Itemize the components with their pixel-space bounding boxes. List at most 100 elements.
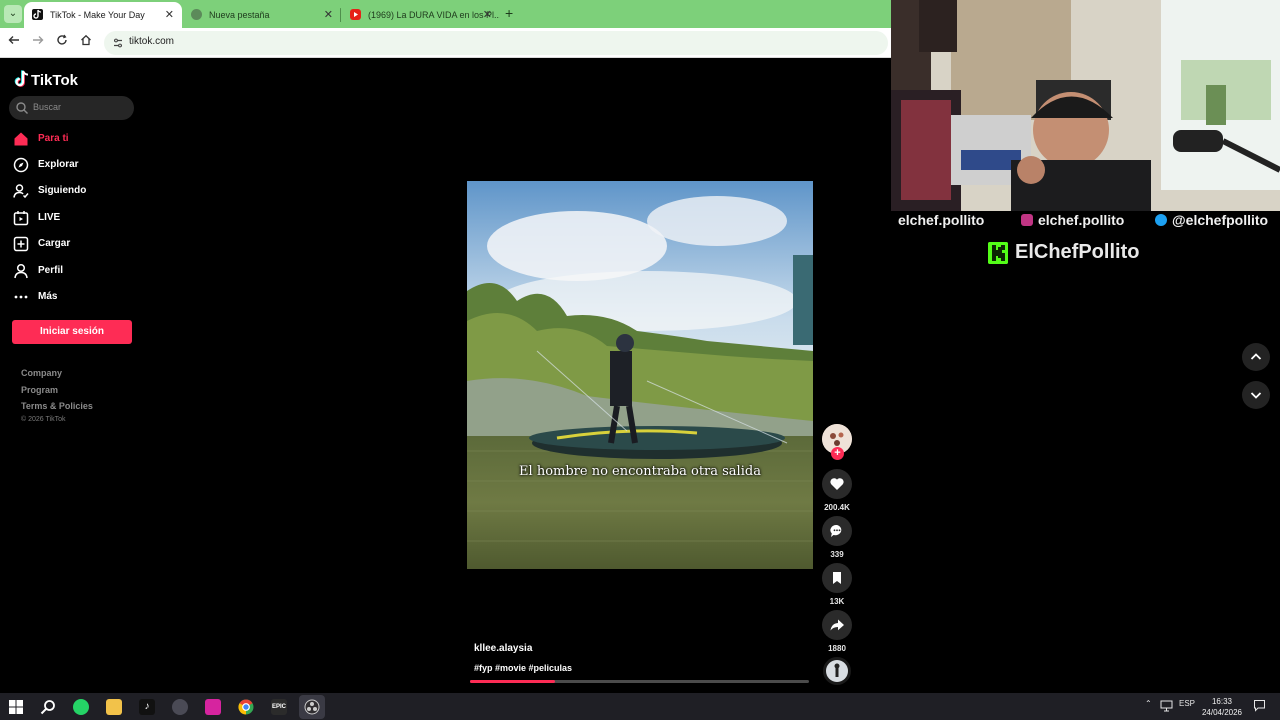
- video-frame-image: [467, 181, 813, 569]
- instagram-icon: [1021, 214, 1033, 226]
- network-icon[interactable]: [1160, 700, 1173, 712]
- file-explorer-icon: [106, 699, 122, 715]
- browser-tab-bar: ⌄ TikTok - Make Your Day ✕ Nueva pestaña…: [0, 0, 891, 28]
- save-count: 13K: [829, 597, 845, 606]
- music-disc-icon[interactable]: [823, 657, 851, 685]
- nav-item-label: Cargar: [38, 238, 71, 249]
- language-indicator[interactable]: ESP: [1179, 699, 1195, 708]
- close-tab-icon[interactable]: ✕: [483, 8, 492, 21]
- nav-item-label: Explorar: [38, 159, 79, 170]
- video-hashtags[interactable]: #fyp #movie #peliculas: [474, 663, 572, 673]
- share-count: 1880: [828, 644, 846, 653]
- nav-item-label: Siguiendo: [38, 185, 87, 196]
- reload-icon[interactable]: [54, 34, 70, 50]
- taskbar-app[interactable]: [167, 695, 193, 719]
- video-progress-bar[interactable]: [470, 680, 809, 683]
- like-button[interactable]: [822, 469, 852, 499]
- comment-count: 339: [830, 550, 844, 559]
- notification-center-icon[interactable]: [1253, 699, 1266, 712]
- kick-logo-icon: [988, 242, 1008, 264]
- tab-separator: [340, 8, 341, 22]
- following-icon: [13, 184, 29, 199]
- taskbar-tiktok[interactable]: ♪: [134, 695, 160, 719]
- back-arrow-icon[interactable]: [6, 34, 22, 50]
- kick-channel-name: ElChefPollito: [1015, 241, 1140, 263]
- chrome-icon: [238, 699, 254, 715]
- nav-item-mas[interactable]: Más: [13, 287, 143, 307]
- start-button[interactable]: [3, 695, 29, 719]
- comment-icon: [830, 524, 842, 537]
- search-icon: [16, 102, 28, 114]
- whatsapp-icon: [73, 699, 89, 715]
- video-caption: El hombre no encontraba otra salida: [519, 464, 761, 479]
- heart-icon: [830, 478, 844, 490]
- taskbar-file-explorer[interactable]: [101, 695, 127, 719]
- tiktok-sidebar: TikTok Buscar Para ti Explorar Siguiendo…: [0, 58, 150, 693]
- more-icon: [14, 295, 28, 299]
- tab-new-tab[interactable]: Nueva pestaña ✕: [183, 2, 341, 28]
- tab-title: (1969) La DURA VIDA en los Pl...: [368, 10, 500, 20]
- previous-video-button[interactable]: [1242, 343, 1270, 371]
- nav-item-live[interactable]: LIVE: [13, 208, 143, 228]
- clock-date: 24/04/2026: [1201, 708, 1243, 717]
- taskbar-whatsapp[interactable]: [68, 695, 94, 719]
- nav-item-siguiendo[interactable]: Siguiendo: [13, 181, 143, 201]
- windows-start-icon: [9, 700, 23, 714]
- comment-button[interactable]: [822, 516, 852, 546]
- close-tab-icon[interactable]: ✕: [324, 8, 333, 21]
- upload-icon: [13, 236, 29, 252]
- close-tab-icon[interactable]: ✕: [165, 8, 174, 21]
- tiktok-icon: [887, 214, 893, 226]
- tiktok-brand-name: TikTok: [31, 72, 78, 89]
- instagram-icon: [205, 699, 221, 715]
- home-icon: [14, 132, 28, 146]
- tab-title: TikTok - Make Your Day: [50, 10, 145, 20]
- taskbar-instagram[interactable]: [200, 695, 226, 719]
- tiktok-icon: ♪: [139, 699, 155, 715]
- taskbar-obs[interactable]: [299, 695, 325, 719]
- tab-tiktok[interactable]: TikTok - Make Your Day ✕: [24, 2, 182, 28]
- twitter-icon: [1155, 214, 1167, 226]
- copyright-text: © 2026 TikTok: [21, 416, 66, 423]
- youtube-favicon-icon: [350, 9, 361, 20]
- url-text: tiktok.com: [129, 36, 175, 47]
- nav-item-perfil[interactable]: Perfil: [13, 261, 143, 281]
- nav-item-explorar[interactable]: Explorar: [13, 155, 143, 175]
- social-handle-twitter: @elchefpollito: [1155, 212, 1268, 228]
- save-button[interactable]: [822, 563, 852, 593]
- search-input[interactable]: Buscar: [9, 96, 134, 120]
- site-info-icon[interactable]: [112, 37, 124, 49]
- taskbar-search-button[interactable]: [35, 695, 61, 719]
- webcam-image: [891, 0, 1280, 212]
- home-icon[interactable]: [78, 34, 94, 50]
- nav-item-cargar[interactable]: Cargar: [13, 234, 143, 254]
- chevron-down-icon: [1250, 392, 1262, 399]
- follow-plus-icon[interactable]: +: [831, 447, 844, 460]
- share-button[interactable]: [822, 610, 852, 640]
- bookmark-icon: [833, 572, 841, 584]
- social-handles-bar: elchef.pollito elchef.pollito @elchefpol…: [887, 211, 1280, 231]
- social-handle-tiktok: elchef.pollito: [887, 212, 984, 228]
- tab-search-button[interactable]: ⌄: [4, 5, 22, 23]
- new-tab-icon[interactable]: +: [505, 5, 513, 21]
- nav-item-para-ti[interactable]: Para ti: [13, 129, 143, 149]
- footer-link-terms[interactable]: Terms & Policies: [21, 401, 93, 411]
- forward-arrow-icon[interactable]: [30, 34, 46, 50]
- footer-link-program[interactable]: Program: [21, 385, 58, 395]
- video-progress-fill: [470, 680, 555, 683]
- tab-youtube[interactable]: (1969) La DURA VIDA en los Pl... ✕: [342, 2, 500, 28]
- next-video-button[interactable]: [1242, 381, 1270, 409]
- nav-item-label: Más: [38, 291, 58, 302]
- taskbar-chrome[interactable]: [233, 695, 259, 719]
- screen: ⌄ TikTok - Make Your Day ✕ Nueva pestaña…: [0, 0, 1280, 720]
- footer-link-company[interactable]: Company: [21, 368, 62, 378]
- tray-overflow-chevron-icon[interactable]: ⌃: [1145, 699, 1152, 708]
- login-button[interactable]: Iniciar sesión: [12, 320, 132, 344]
- video-player[interactable]: El hombre no encontraba otra salida: [467, 181, 813, 569]
- system-clock[interactable]: 16:33 24/04/2026: [1196, 696, 1248, 718]
- video-author[interactable]: kllee.alaysia: [474, 643, 532, 654]
- taskbar-epic-games[interactable]: EPIC: [266, 695, 292, 719]
- url-field[interactable]: tiktok.com: [104, 31, 888, 55]
- chrome-favicon-icon: [191, 9, 202, 20]
- tiktok-logo-icon: [14, 70, 29, 87]
